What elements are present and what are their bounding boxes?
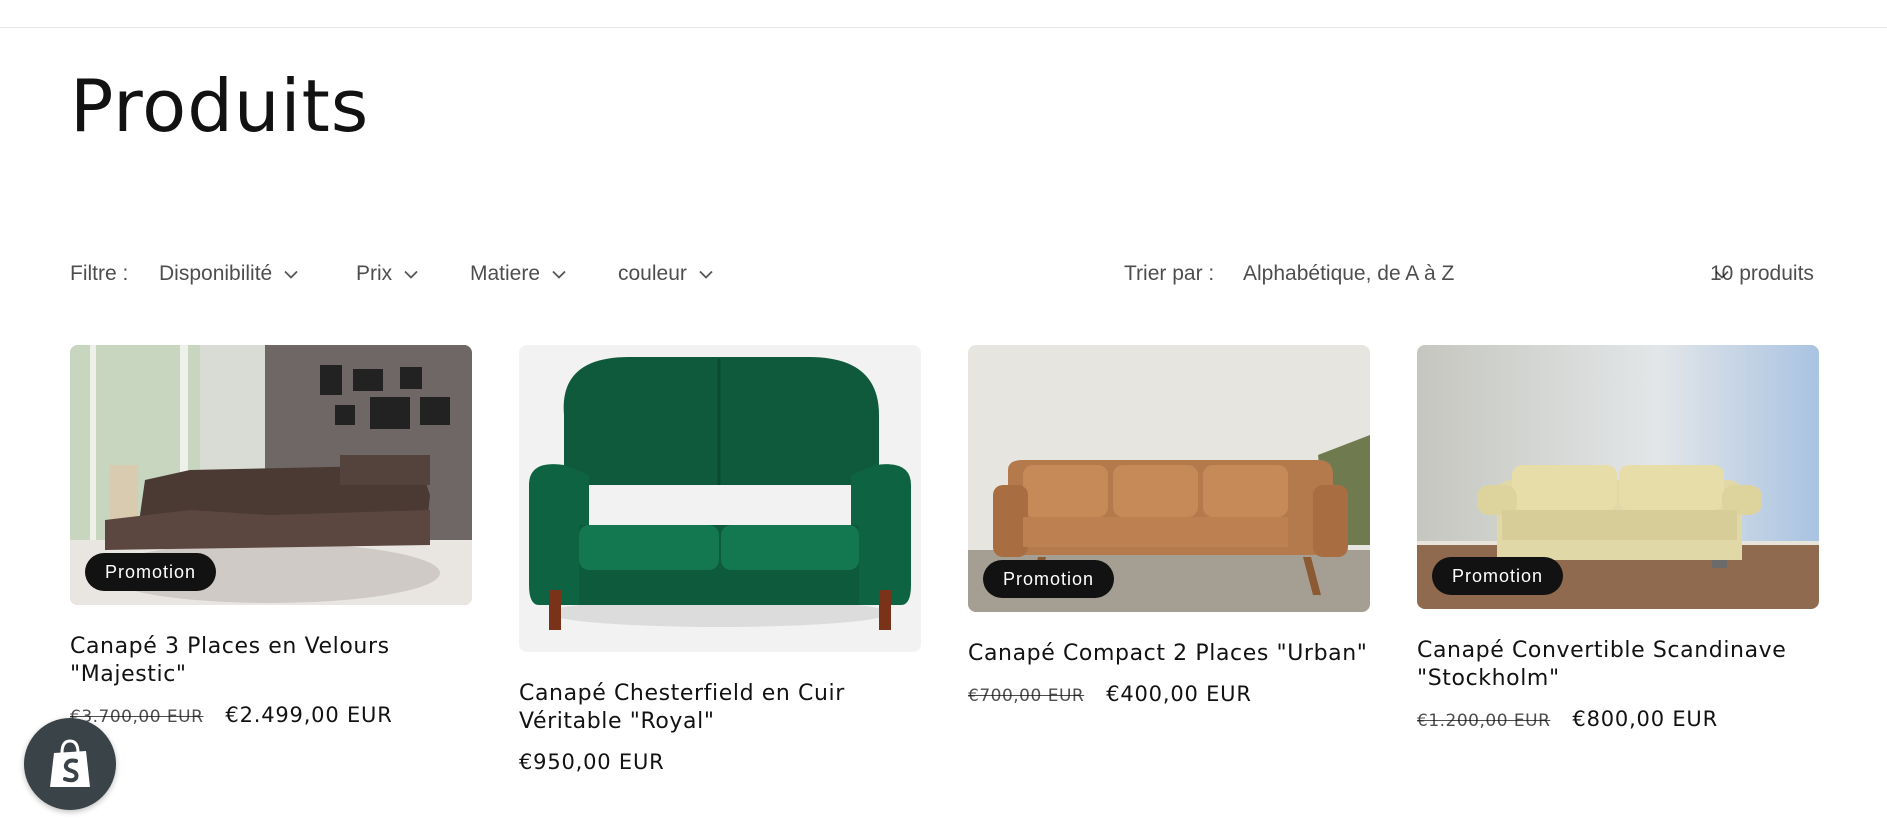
product-price: €3.700,00 EUR €2.499,00 EUR [70, 703, 472, 727]
sale-price: €2.499,00 EUR [225, 703, 393, 727]
filter-color[interactable]: couleur [618, 262, 713, 286]
product-count: 10 produits [1710, 262, 1814, 285]
sale-price: €400,00 EUR [1106, 682, 1252, 706]
filter-bar: Filtre : Disponibilité Prix Matiere coul… [70, 262, 1817, 292]
product-image [519, 345, 921, 652]
page-title: Produits [70, 64, 370, 148]
promotion-badge: Promotion [1432, 557, 1564, 595]
product-price: €1.200,00 EUR €800,00 EUR [1417, 707, 1819, 731]
shopify-bag-button[interactable] [24, 718, 116, 810]
product-title-link[interactable]: Canapé 3 Places en Velours "Majestic" [70, 633, 472, 689]
chevron-down-icon [699, 270, 713, 279]
regular-price: €700,00 EUR [968, 686, 1085, 706]
product-price: €950,00 EUR [519, 750, 921, 774]
regular-price: €950,00 EUR [519, 750, 665, 774]
product-card: Canapé Chesterfield en Cuir Véritable "R… [519, 345, 921, 774]
filter-availability-label: Disponibilité [159, 262, 273, 285]
product-image-link[interactable] [519, 345, 921, 652]
regular-price: €1.200,00 EUR [1417, 711, 1551, 731]
promotion-badge: Promotion [85, 553, 217, 591]
product-image-link[interactable]: Promotion [1417, 345, 1819, 609]
sale-price: €800,00 EUR [1572, 707, 1718, 731]
sort-select[interactable]: Alphabétique, de A à Z [1243, 262, 1729, 286]
filter-material[interactable]: Matiere [470, 262, 566, 286]
header-divider [0, 27, 1887, 28]
chevron-down-icon [552, 270, 566, 279]
product-price: €700,00 EUR €400,00 EUR [968, 682, 1370, 706]
product-image-link[interactable]: Promotion [70, 345, 472, 605]
sort-select-value: Alphabétique, de A à Z [1243, 262, 1455, 285]
filter-material-label: Matiere [470, 262, 541, 285]
sort-label: Trier par : [1124, 262, 1215, 285]
filter-label: Filtre : [70, 262, 129, 285]
filter-color-label: couleur [618, 262, 687, 285]
chevron-down-icon [284, 270, 298, 279]
product-card: Promotion Canapé 3 Places en Velours "Ma… [70, 345, 472, 727]
filter-price[interactable]: Prix [356, 262, 418, 286]
product-card: Promotion Canapé Convertible Scandinave … [1417, 345, 1819, 731]
filter-availability[interactable]: Disponibilité [159, 262, 298, 286]
product-card: Promotion Canapé Compact 2 Places "Urban… [968, 345, 1370, 706]
product-title-link[interactable]: Canapé Compact 2 Places "Urban" [968, 640, 1370, 668]
promotion-badge: Promotion [983, 560, 1115, 598]
product-title-link[interactable]: Canapé Convertible Scandinave "Stockholm… [1417, 637, 1819, 693]
shopify-bag-icon [50, 739, 90, 787]
product-title-link[interactable]: Canapé Chesterfield en Cuir Véritable "R… [519, 680, 921, 736]
chevron-down-icon [404, 270, 418, 279]
product-image-link[interactable]: Promotion [968, 345, 1370, 612]
filter-price-label: Prix [356, 262, 393, 285]
